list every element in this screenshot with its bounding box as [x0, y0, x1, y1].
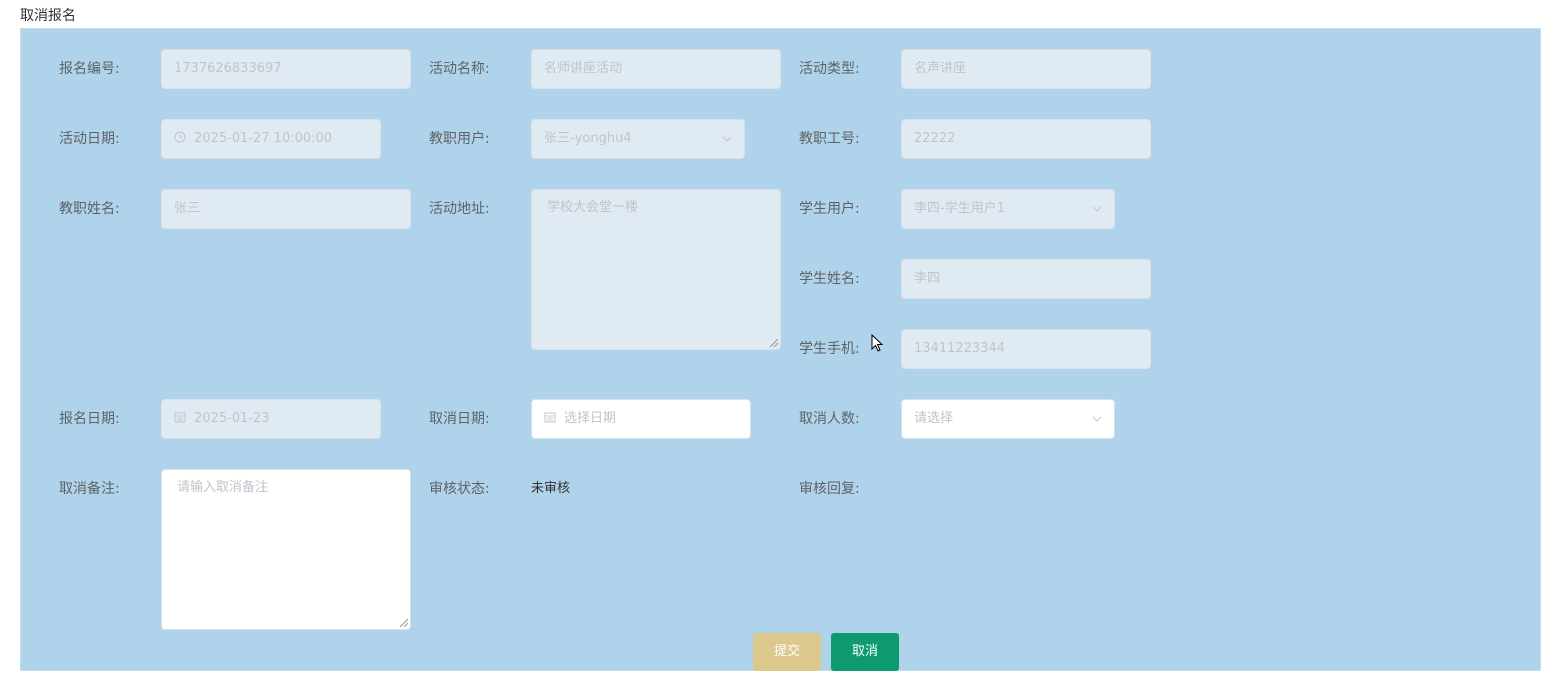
quxiao-beizhu-label: 取消备注: [59, 481, 120, 497]
jiaozhi-xingming-field[interactable]: 张三 [161, 189, 411, 229]
chevron-down-icon [722, 120, 732, 158]
huodong-leixing-field[interactable]: 名声讲座 [901, 49, 1151, 89]
jiaozhi-gonghao-label: 教职工号: [799, 131, 860, 147]
quxiao-riqi-label: 取消日期: [429, 411, 490, 427]
baoming-bianhao-label: 报名编号: [59, 61, 120, 77]
chevron-down-icon [1092, 190, 1102, 228]
clock-icon [174, 120, 188, 158]
huodong-mingcheng-field[interactable]: 名师讲座活动 [531, 49, 781, 89]
quxiao-riqi-placeholder: 选择日期 [564, 411, 617, 426]
jiaozhi-xingming-value: 张三 [174, 201, 201, 216]
cancel-button[interactable]: 取消 [831, 633, 899, 671]
page-title: 取消报名 [20, 8, 76, 24]
jiaozhi-xingming-label: 教职姓名: [59, 201, 120, 217]
quxiao-renshu-label: 取消人数: [799, 411, 860, 427]
shenhe-zhuangtai-label: 审核状态: [429, 481, 490, 497]
huodong-mingcheng-value: 名师讲座活动 [544, 61, 623, 76]
quxiao-renshu-placeholder: 请选择 [914, 411, 954, 426]
xuesheng-shouji-value: 13411223344 [914, 341, 1005, 356]
calendar-icon [544, 400, 558, 438]
huodong-leixing-label: 活动类型: [799, 61, 860, 77]
shenhe-huifu-label: 审核回复: [799, 481, 860, 497]
xuesheng-yonghu-label: 学生用户: [799, 201, 860, 217]
huodong-mingcheng-label: 活动名称: [429, 61, 490, 77]
xuesheng-yonghu-select[interactable]: 李四-学生用户1 [901, 189, 1115, 229]
huodong-dizhi-textarea[interactable]: 学校大会堂一楼 [531, 189, 781, 350]
baoming-riqi-value: 2025-01-23 [194, 411, 270, 426]
resize-handle-icon[interactable] [400, 619, 408, 627]
jiaozhi-yonghu-label: 教职用户: [429, 131, 490, 147]
baoming-riqi-label: 报名日期: [59, 411, 120, 427]
huodong-dizhi-value: 学校大会堂一楼 [547, 200, 639, 215]
shenhe-zhuangtai-value: 未审核 [531, 481, 571, 496]
submit-button[interactable]: 提交 [753, 633, 821, 671]
quxiao-riqi-picker[interactable]: 选择日期 [531, 399, 751, 439]
quxiao-beizhu-textarea[interactable]: 请输入取消备注 [161, 469, 411, 630]
huodong-riqi-value: 2025-01-27 10:00:00 [194, 131, 333, 146]
resize-handle-icon[interactable] [770, 339, 778, 347]
quxiao-beizhu-placeholder: 请输入取消备注 [177, 480, 269, 495]
jiaozhi-gonghao-value: 22222 [914, 131, 956, 146]
calendar-icon [174, 400, 188, 438]
huodong-riqi-field[interactable]: 2025-01-27 10:00:00 [161, 119, 381, 159]
huodong-dizhi-label: 活动地址: [429, 201, 490, 217]
xuesheng-xingming-field[interactable]: 李四 [901, 259, 1151, 299]
xuesheng-xingming-value: 李四 [914, 271, 941, 286]
xuesheng-shouji-field[interactable]: 13411223344 [901, 329, 1151, 369]
baoming-bianhao-field[interactable]: 1737626833697 [161, 49, 411, 89]
jiaozhi-gonghao-field[interactable]: 22222 [901, 119, 1151, 159]
huodong-riqi-label: 活动日期: [59, 131, 120, 147]
jiaozhi-yonghu-select[interactable]: 张三-yonghu4 [531, 119, 745, 159]
huodong-leixing-value: 名声讲座 [914, 61, 967, 76]
xuesheng-yonghu-value: 李四-学生用户1 [914, 201, 1005, 216]
mouse-cursor-icon [871, 333, 885, 354]
baoming-bianhao-value: 1737626833697 [174, 61, 282, 76]
quxiao-renshu-select[interactable]: 请选择 [901, 399, 1115, 439]
chevron-down-icon [1092, 400, 1102, 438]
xuesheng-shouji-label: 学生手机: [799, 341, 860, 357]
jiaozhi-yonghu-value: 张三-yonghu4 [544, 131, 632, 146]
baoming-riqi-field[interactable]: 2025-01-23 [161, 399, 381, 439]
xuesheng-xingming-label: 学生姓名: [799, 271, 860, 287]
